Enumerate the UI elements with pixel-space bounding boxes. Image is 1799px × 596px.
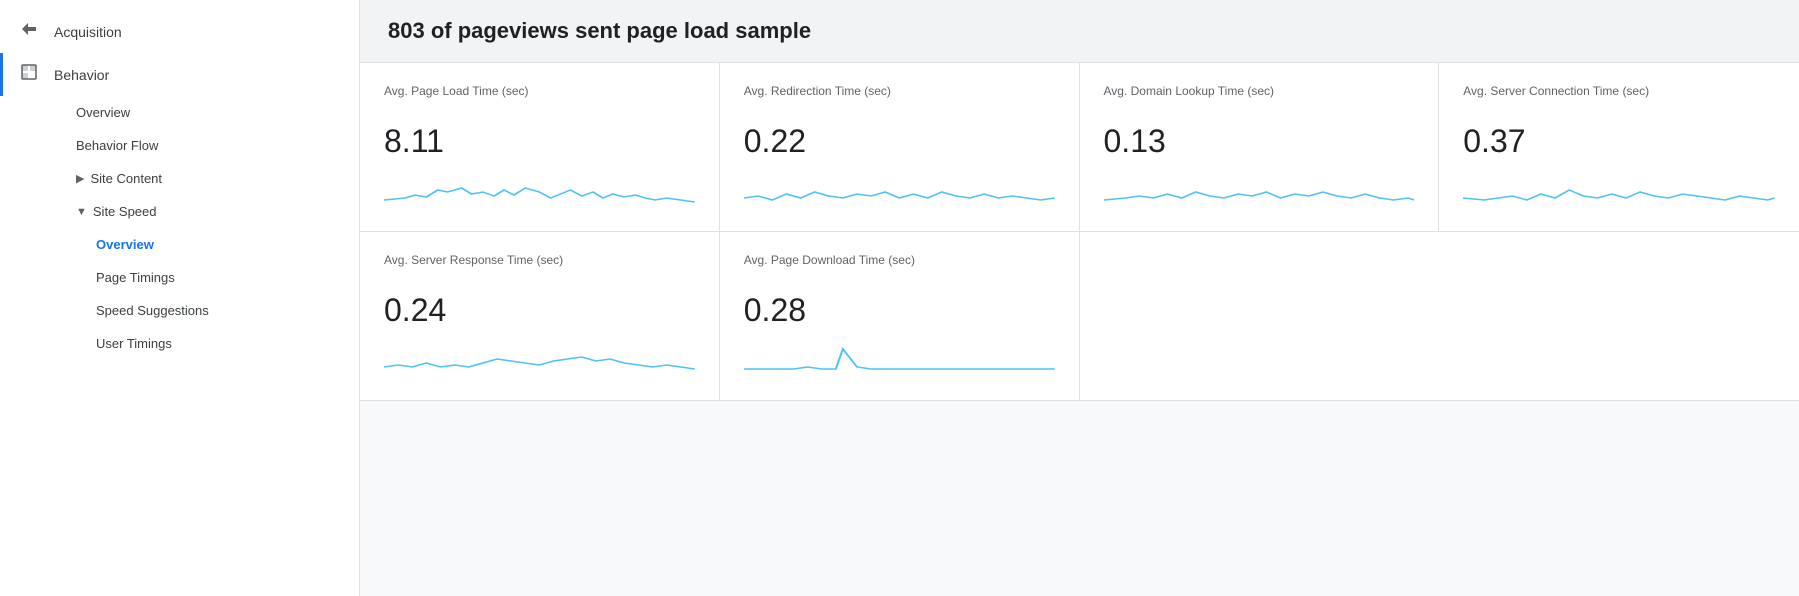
behavior-flow-label: Behavior Flow [76, 138, 158, 153]
sidebar-item-acquisition[interactable]: Acquisition [0, 10, 359, 53]
site-content-arrow: ▶ [76, 172, 84, 185]
chart-avg-redirection [744, 170, 1055, 210]
ss-overview-label: Overview [96, 237, 154, 252]
metric-value-avg-page-load: 8.11 [384, 123, 695, 160]
chart-avg-page-download [744, 339, 1055, 379]
metric-label-avg-page-download: Avg. Page Download Time (sec) [744, 252, 1055, 284]
sidebar-item-user-timings[interactable]: User Timings [76, 327, 359, 360]
page-header: 803 of pageviews sent page load sample [360, 0, 1799, 63]
chart-avg-server-connection [1463, 170, 1775, 210]
sidebar-label-behavior: Behavior [54, 67, 109, 83]
site-speed-arrow: ▼ [76, 206, 87, 218]
chart-avg-page-load [384, 170, 695, 210]
metric-avg-server-response: Avg. Server Response Time (sec) 0.24 [360, 232, 720, 401]
sidebar-item-behavior-flow[interactable]: Behavior Flow [56, 129, 359, 162]
acquisition-icon [20, 20, 38, 43]
chart-avg-server-response [384, 339, 695, 379]
metric-avg-page-load: Avg. Page Load Time (sec) 8.11 [360, 63, 720, 232]
metrics-wrapper: Avg. Page Load Time (sec) 8.11 Avg. Redi… [360, 63, 1799, 401]
metric-label-avg-page-load: Avg. Page Load Time (sec) [384, 83, 695, 115]
site-speed-label: Site Speed [93, 204, 157, 219]
metric-label-avg-server-connection: Avg. Server Connection Time (sec) [1463, 83, 1775, 115]
metric-label-avg-server-response: Avg. Server Response Time (sec) [384, 252, 695, 284]
sidebar-item-site-content[interactable]: ▶ Site Content [56, 162, 359, 195]
metric-avg-domain-lookup: Avg. Domain Lookup Time (sec) 0.13 [1080, 63, 1440, 232]
metric-value-avg-server-response: 0.24 [384, 292, 695, 329]
site-content-label: Site Content [90, 171, 162, 186]
metric-value-avg-server-connection: 0.37 [1463, 123, 1775, 160]
chart-avg-domain-lookup [1104, 170, 1415, 210]
metric-empty-1 [1080, 232, 1440, 401]
sidebar-item-speed-suggestions[interactable]: Speed Suggestions [76, 294, 359, 327]
sidebar-item-ss-overview[interactable]: Overview [76, 228, 359, 261]
metric-label-avg-domain-lookup: Avg. Domain Lookup Time (sec) [1104, 83, 1415, 115]
metric-value-avg-page-download: 0.28 [744, 292, 1055, 329]
sidebar-item-site-speed[interactable]: ▼ Site Speed [56, 195, 359, 228]
metric-avg-redirection: Avg. Redirection Time (sec) 0.22 [720, 63, 1080, 232]
metrics-row-1: Avg. Page Load Time (sec) 8.11 Avg. Redi… [360, 63, 1799, 232]
sidebar-item-behavior[interactable]: Behavior [0, 53, 359, 96]
page-timings-label: Page Timings [96, 270, 175, 285]
user-timings-label: User Timings [96, 336, 172, 351]
sidebar-sub-behavior: Overview Behavior Flow ▶ Site Content ▼ … [0, 96, 359, 360]
metric-value-avg-redirection: 0.22 [744, 123, 1055, 160]
metric-avg-server-connection: Avg. Server Connection Time (sec) 0.37 [1439, 63, 1799, 232]
overview-label: Overview [76, 105, 130, 120]
main-content: 803 of pageviews sent page load sample A… [360, 0, 1799, 596]
sidebar: Acquisition Behavior Overview Behavior F… [0, 0, 360, 596]
sidebar-item-page-timings[interactable]: Page Timings [76, 261, 359, 294]
metric-value-avg-domain-lookup: 0.13 [1104, 123, 1415, 160]
metric-label-avg-redirection: Avg. Redirection Time (sec) [744, 83, 1055, 115]
sidebar-label-acquisition: Acquisition [54, 24, 122, 40]
metric-avg-page-download: Avg. Page Download Time (sec) 0.28 [720, 232, 1080, 401]
page-title: 803 of pageviews sent page load sample [388, 18, 1771, 44]
metric-empty-2 [1439, 232, 1799, 401]
behavior-icon [20, 63, 38, 86]
speed-suggestions-label: Speed Suggestions [96, 303, 209, 318]
sidebar-item-overview[interactable]: Overview [56, 96, 359, 129]
metrics-row-2: Avg. Server Response Time (sec) 0.24 Avg… [360, 232, 1799, 401]
